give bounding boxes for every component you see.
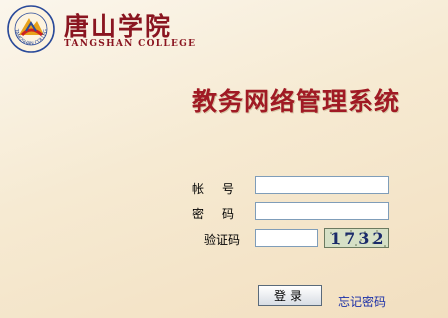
- account-input[interactable]: [255, 176, 389, 194]
- captcha-label: 验证码: [204, 233, 241, 247]
- college-name: 唐山学院: [64, 12, 173, 41]
- captcha-input[interactable]: [255, 229, 318, 247]
- password-label: 密码: [192, 207, 253, 221]
- system-title: 教务网络管理系统: [192, 87, 401, 116]
- college-name-en: TANGSHAN COLLEGE: [64, 39, 197, 49]
- forgot-password-link[interactable]: 忘记密码: [338, 293, 386, 310]
- login-button[interactable]: 登录: [258, 285, 322, 306]
- account-label: 帐号: [192, 182, 253, 196]
- captcha-code: 1732: [330, 229, 387, 248]
- college-logo: TANGSHAN COLLEGE 唐山学院 TANGSHAN COLLEGE: [4, 0, 206, 54]
- password-input[interactable]: [255, 202, 389, 220]
- captcha-image[interactable]: 1732: [324, 228, 389, 248]
- college-emblem-icon: TANGSHAN COLLEGE: [4, 0, 56, 54]
